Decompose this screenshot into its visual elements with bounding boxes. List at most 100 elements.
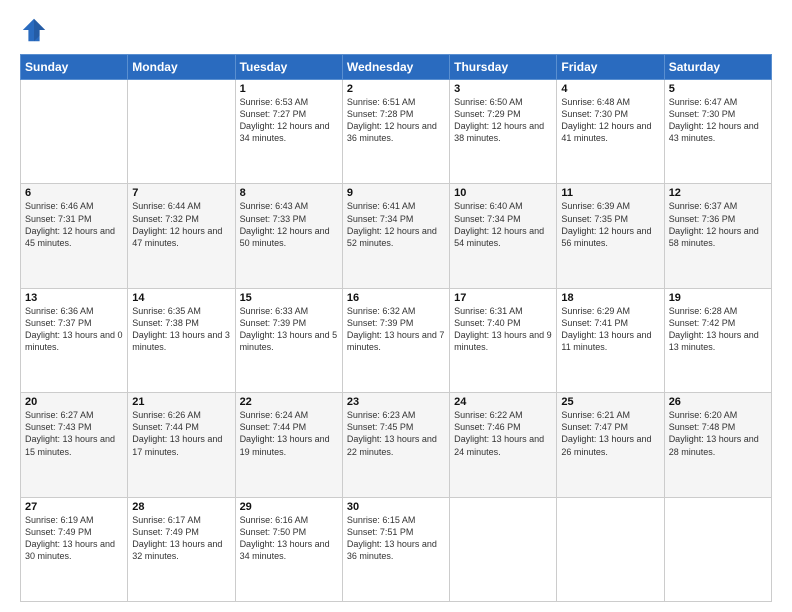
day-number: 21 [132, 396, 230, 408]
day-info: Sunrise: 6:37 AMSunset: 7:36 PMDaylight:… [669, 200, 767, 249]
calendar-cell: 5Sunrise: 6:47 AMSunset: 7:30 PMDaylight… [664, 80, 771, 184]
day-number: 16 [347, 292, 445, 304]
day-info: Sunrise: 6:44 AMSunset: 7:32 PMDaylight:… [132, 200, 230, 249]
day-info: Sunrise: 6:27 AMSunset: 7:43 PMDaylight:… [25, 409, 123, 458]
day-number: 4 [561, 83, 659, 95]
calendar-cell: 11Sunrise: 6:39 AMSunset: 7:35 PMDayligh… [557, 184, 664, 288]
day-number: 5 [669, 83, 767, 95]
header [20, 16, 772, 44]
day-number: 12 [669, 187, 767, 199]
day-info: Sunrise: 6:22 AMSunset: 7:46 PMDaylight:… [454, 409, 552, 458]
calendar-cell: 1Sunrise: 6:53 AMSunset: 7:27 PMDaylight… [235, 80, 342, 184]
logo [20, 16, 50, 44]
calendar-week-5: 27Sunrise: 6:19 AMSunset: 7:49 PMDayligh… [21, 497, 772, 601]
day-number: 18 [561, 292, 659, 304]
day-number: 14 [132, 292, 230, 304]
calendar-cell: 26Sunrise: 6:20 AMSunset: 7:48 PMDayligh… [664, 393, 771, 497]
day-number: 10 [454, 187, 552, 199]
day-info: Sunrise: 6:16 AMSunset: 7:50 PMDaylight:… [240, 514, 338, 563]
day-info: Sunrise: 6:24 AMSunset: 7:44 PMDaylight:… [240, 409, 338, 458]
calendar-cell: 17Sunrise: 6:31 AMSunset: 7:40 PMDayligh… [450, 288, 557, 392]
calendar-cell: 6Sunrise: 6:46 AMSunset: 7:31 PMDaylight… [21, 184, 128, 288]
calendar-week-4: 20Sunrise: 6:27 AMSunset: 7:43 PMDayligh… [21, 393, 772, 497]
day-info: Sunrise: 6:40 AMSunset: 7:34 PMDaylight:… [454, 200, 552, 249]
calendar-cell: 8Sunrise: 6:43 AMSunset: 7:33 PMDaylight… [235, 184, 342, 288]
weekday-header-monday: Monday [128, 55, 235, 80]
day-info: Sunrise: 6:17 AMSunset: 7:49 PMDaylight:… [132, 514, 230, 563]
weekday-header-row: SundayMondayTuesdayWednesdayThursdayFrid… [21, 55, 772, 80]
day-number: 11 [561, 187, 659, 199]
calendar-week-2: 6Sunrise: 6:46 AMSunset: 7:31 PMDaylight… [21, 184, 772, 288]
calendar-cell: 23Sunrise: 6:23 AMSunset: 7:45 PMDayligh… [342, 393, 449, 497]
calendar-cell: 24Sunrise: 6:22 AMSunset: 7:46 PMDayligh… [450, 393, 557, 497]
day-info: Sunrise: 6:41 AMSunset: 7:34 PMDaylight:… [347, 200, 445, 249]
day-info: Sunrise: 6:23 AMSunset: 7:45 PMDaylight:… [347, 409, 445, 458]
calendar-cell: 21Sunrise: 6:26 AMSunset: 7:44 PMDayligh… [128, 393, 235, 497]
day-number: 6 [25, 187, 123, 199]
weekday-header-wednesday: Wednesday [342, 55, 449, 80]
calendar-cell: 22Sunrise: 6:24 AMSunset: 7:44 PMDayligh… [235, 393, 342, 497]
day-info: Sunrise: 6:47 AMSunset: 7:30 PMDaylight:… [669, 96, 767, 145]
day-info: Sunrise: 6:36 AMSunset: 7:37 PMDaylight:… [25, 305, 123, 354]
logo-icon [20, 16, 48, 44]
calendar-week-3: 13Sunrise: 6:36 AMSunset: 7:37 PMDayligh… [21, 288, 772, 392]
calendar-week-1: 1Sunrise: 6:53 AMSunset: 7:27 PMDaylight… [21, 80, 772, 184]
weekday-header-sunday: Sunday [21, 55, 128, 80]
day-info: Sunrise: 6:33 AMSunset: 7:39 PMDaylight:… [240, 305, 338, 354]
calendar-cell [450, 497, 557, 601]
day-number: 23 [347, 396, 445, 408]
weekday-header-saturday: Saturday [664, 55, 771, 80]
day-number: 24 [454, 396, 552, 408]
day-number: 25 [561, 396, 659, 408]
day-info: Sunrise: 6:15 AMSunset: 7:51 PMDaylight:… [347, 514, 445, 563]
weekday-header-friday: Friday [557, 55, 664, 80]
day-info: Sunrise: 6:48 AMSunset: 7:30 PMDaylight:… [561, 96, 659, 145]
day-info: Sunrise: 6:26 AMSunset: 7:44 PMDaylight:… [132, 409, 230, 458]
day-number: 26 [669, 396, 767, 408]
day-number: 19 [669, 292, 767, 304]
calendar-cell: 16Sunrise: 6:32 AMSunset: 7:39 PMDayligh… [342, 288, 449, 392]
calendar-body: 1Sunrise: 6:53 AMSunset: 7:27 PMDaylight… [21, 80, 772, 602]
calendar-cell: 3Sunrise: 6:50 AMSunset: 7:29 PMDaylight… [450, 80, 557, 184]
day-info: Sunrise: 6:53 AMSunset: 7:27 PMDaylight:… [240, 96, 338, 145]
day-info: Sunrise: 6:21 AMSunset: 7:47 PMDaylight:… [561, 409, 659, 458]
day-info: Sunrise: 6:46 AMSunset: 7:31 PMDaylight:… [25, 200, 123, 249]
calendar-cell [664, 497, 771, 601]
day-info: Sunrise: 6:35 AMSunset: 7:38 PMDaylight:… [132, 305, 230, 354]
day-info: Sunrise: 6:39 AMSunset: 7:35 PMDaylight:… [561, 200, 659, 249]
calendar-table: SundayMondayTuesdayWednesdayThursdayFrid… [20, 54, 772, 602]
calendar-cell: 27Sunrise: 6:19 AMSunset: 7:49 PMDayligh… [21, 497, 128, 601]
day-number: 2 [347, 83, 445, 95]
day-number: 27 [25, 501, 123, 513]
calendar-cell [557, 497, 664, 601]
day-info: Sunrise: 6:29 AMSunset: 7:41 PMDaylight:… [561, 305, 659, 354]
day-number: 9 [347, 187, 445, 199]
day-number: 17 [454, 292, 552, 304]
calendar-cell: 15Sunrise: 6:33 AMSunset: 7:39 PMDayligh… [235, 288, 342, 392]
calendar-header: SundayMondayTuesdayWednesdayThursdayFrid… [21, 55, 772, 80]
day-number: 3 [454, 83, 552, 95]
day-number: 1 [240, 83, 338, 95]
calendar-cell: 18Sunrise: 6:29 AMSunset: 7:41 PMDayligh… [557, 288, 664, 392]
day-number: 8 [240, 187, 338, 199]
day-number: 13 [25, 292, 123, 304]
day-info: Sunrise: 6:50 AMSunset: 7:29 PMDaylight:… [454, 96, 552, 145]
day-number: 7 [132, 187, 230, 199]
day-number: 30 [347, 501, 445, 513]
weekday-header-tuesday: Tuesday [235, 55, 342, 80]
calendar-cell: 12Sunrise: 6:37 AMSunset: 7:36 PMDayligh… [664, 184, 771, 288]
day-number: 29 [240, 501, 338, 513]
day-info: Sunrise: 6:19 AMSunset: 7:49 PMDaylight:… [25, 514, 123, 563]
day-info: Sunrise: 6:51 AMSunset: 7:28 PMDaylight:… [347, 96, 445, 145]
calendar-cell: 9Sunrise: 6:41 AMSunset: 7:34 PMDaylight… [342, 184, 449, 288]
calendar-cell: 20Sunrise: 6:27 AMSunset: 7:43 PMDayligh… [21, 393, 128, 497]
calendar-cell: 30Sunrise: 6:15 AMSunset: 7:51 PMDayligh… [342, 497, 449, 601]
calendar-cell [128, 80, 235, 184]
calendar-cell: 13Sunrise: 6:36 AMSunset: 7:37 PMDayligh… [21, 288, 128, 392]
calendar-cell: 25Sunrise: 6:21 AMSunset: 7:47 PMDayligh… [557, 393, 664, 497]
calendar-cell: 28Sunrise: 6:17 AMSunset: 7:49 PMDayligh… [128, 497, 235, 601]
day-number: 22 [240, 396, 338, 408]
calendar-cell: 19Sunrise: 6:28 AMSunset: 7:42 PMDayligh… [664, 288, 771, 392]
day-info: Sunrise: 6:20 AMSunset: 7:48 PMDaylight:… [669, 409, 767, 458]
day-number: 20 [25, 396, 123, 408]
